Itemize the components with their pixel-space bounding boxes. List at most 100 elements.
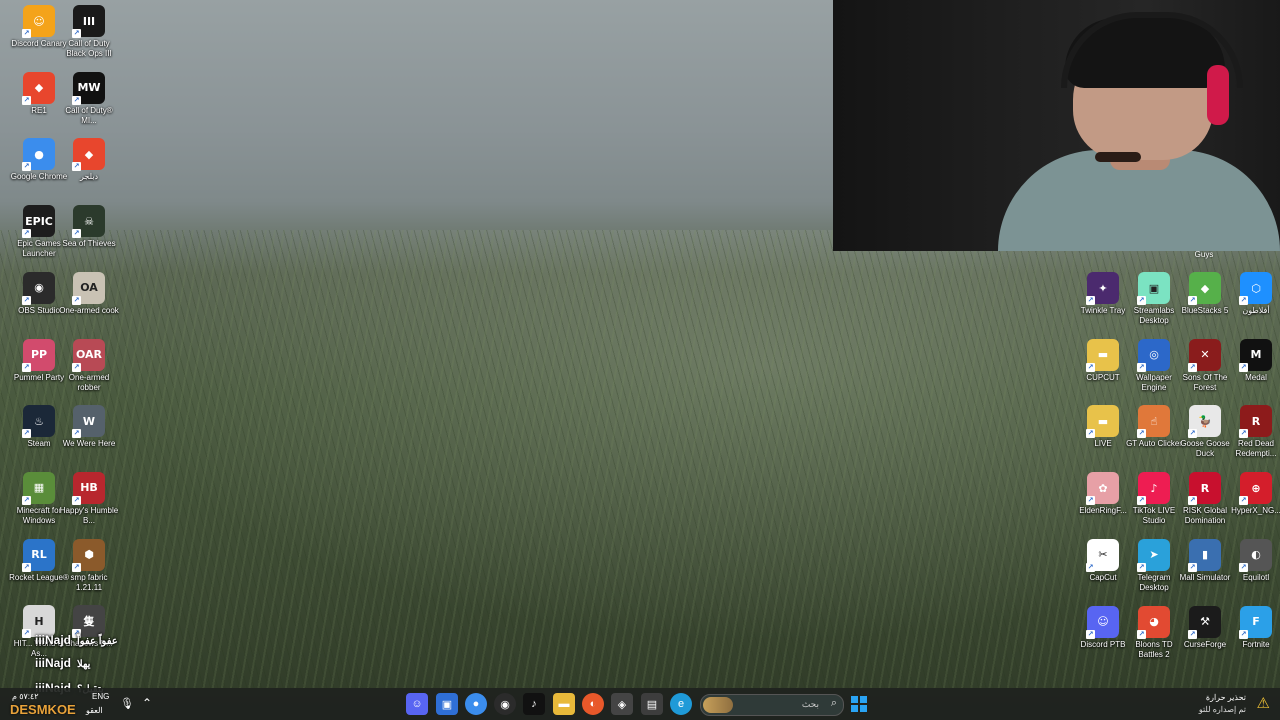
start-button[interactable] (851, 696, 867, 712)
chat-text: عفواً عفواً (77, 636, 118, 647)
taskbar-obs-icon[interactable]: ◉ (494, 693, 516, 715)
desktop-shortcut[interactable]: ☝ ↗ GT Auto Clicker (1126, 405, 1182, 449)
clock-time[interactable]: ٥٧:٤٢ م (12, 692, 39, 701)
shortcut-arrow-icon: ↗ (72, 429, 81, 439)
pummel-party-icon: PP ↗ (22, 338, 55, 372)
desktop-shortcut[interactable]: ▬ ↗ LIVE (1078, 405, 1128, 449)
desktop-shortcut[interactable]: ⚒ ↗ CurseForge (1180, 605, 1230, 650)
desktop-shortcut[interactable]: ✂ ↗ CapCut (1078, 538, 1128, 583)
taskbar-edge-icon[interactable]: e (670, 693, 692, 715)
windows-logo-tile (860, 705, 867, 712)
smp-fabric-icon: ⬢ ↗ (72, 538, 105, 572)
rocket-league-icon: RL ↗ (22, 538, 55, 572)
curseforge-icon: ⚒ ↗ (1188, 605, 1221, 639)
language-indicator[interactable]: ENG (92, 692, 109, 701)
taskbar-layers-icon[interactable]: ◈ (611, 693, 633, 715)
desktop-shortcut[interactable]: F ↗ Fortnite (1231, 605, 1280, 650)
shortcut-arrow-icon: ↗ (1086, 429, 1095, 439)
desktop-shortcut[interactable]: ✦ ↗ Twinkle Tray (1078, 272, 1128, 316)
one-armed-robber-icon: OAR ↗ (72, 338, 105, 372)
minecraft-icon: ▦ ↗ (22, 471, 55, 505)
desktop-shortcut-label: Happy's Humble B... (59, 505, 119, 525)
taskbar: DESMKOE ٥٧:٤٢ م العقو ENG 🎙 ⌃ ☺ ▣ ● ◉ ♪ … (0, 688, 1280, 720)
desktop-shortcut[interactable]: 🦆 ↗ Goose Goose Duck (1180, 405, 1230, 459)
desktop-shortcut[interactable]: ☺ ↗ Discord Canary (11, 5, 67, 49)
warning-icon[interactable]: ⚠ (1257, 694, 1270, 712)
notification-subtitle[interactable]: تم إصداره للتو (1199, 705, 1246, 714)
desktop-shortcut-label: دبلجر (79, 172, 98, 182)
shortcut-arrow-icon: ↗ (22, 229, 31, 239)
desktop-shortcut[interactable]: EPIC ↗ Epic Games Launcher (14, 205, 64, 259)
notification-title[interactable]: تحذير حرارة (1206, 693, 1246, 702)
folder-icon: ▬ ↗ (1086, 338, 1119, 372)
microphone-icon[interactable]: 🎙 (120, 697, 134, 710)
taskbar-store-bag-icon[interactable]: ▤ (641, 693, 663, 715)
taskbar-app-icon[interactable]: ◐ (582, 693, 604, 715)
shortcut-arrow-icon: ↗ (1188, 429, 1197, 439)
desktop-shortcut[interactable]: ▦ ↗ Minecraft for Windows (14, 471, 64, 526)
desktop-shortcut[interactable]: ◆ ↗ RE1 (14, 71, 64, 116)
taskbar-store-icon[interactable]: ▣ (436, 693, 458, 715)
desktop-shortcut-label: One-armed robber (68, 372, 110, 392)
desktop-shortcut[interactable]: ✿ ↗ EldenRingF... (1078, 472, 1128, 516)
clock-date[interactable]: العقو (86, 706, 103, 715)
desktop-shortcut[interactable]: ▮ ↗ Mall Simulator (1180, 538, 1230, 583)
shortcut-arrow-icon: ↗ (1239, 496, 1248, 506)
shortcut-arrow-icon: ↗ (72, 295, 81, 305)
desktop-shortcut[interactable]: ◎ ↗ Wallpaper Engine (1129, 338, 1179, 393)
taskbar-discord-icon[interactable]: ☺ (406, 693, 428, 715)
partial-icon-label: Guys (1194, 250, 1214, 259)
desktop-shortcut[interactable]: MW ↗ Call of Duty® MI... (64, 71, 114, 126)
desktop-shortcut[interactable]: R ↗ RISK Global Domination (1180, 472, 1230, 526)
desktop-shortcut[interactable]: RL ↗ Rocket League® (9, 538, 69, 583)
shortcut-arrow-icon: ↗ (1239, 562, 1248, 572)
desktop-shortcut[interactable]: ➤ ↗ Telegram Desktop (1129, 538, 1179, 593)
desktop-shortcut[interactable]: ◉ ↗ OBS Studio (14, 271, 64, 316)
desktop-shortcut[interactable]: ▣ ↗ Streamlabs Desktop (1129, 272, 1179, 326)
desktop-shortcut[interactable]: ♪ ↗ TikTok LIVE Studio (1129, 472, 1179, 526)
chevron-up-icon[interactable]: ⌃ (142, 696, 152, 710)
desktop-shortcut-label: Red Dead Redempti... (1235, 439, 1277, 459)
desktop-shortcut[interactable]: OA ↗ One-armed cook (59, 271, 119, 316)
capcut-icon: ✂ ↗ (1086, 538, 1119, 572)
desktop-shortcut[interactable]: R ↗ Red Dead Redempti... (1231, 405, 1280, 459)
desktop-shortcut[interactable]: ⊕ ↗ HyperX_NG... (1231, 472, 1280, 516)
shortcut-arrow-icon: ↗ (1137, 296, 1146, 305)
desktop-shortcut[interactable]: M ↗ Medal (1231, 338, 1280, 383)
elden-ring-icon: ✿ ↗ (1086, 472, 1119, 506)
desktop-shortcut[interactable]: W ↗ We Were Here (63, 405, 115, 449)
desktop-shortcut[interactable]: ⬢ ↗ smp fabric 1.21.11 (64, 538, 114, 593)
humble-icon: HB ↗ (72, 471, 105, 505)
shortcut-arrow-icon: ↗ (22, 495, 31, 505)
shortcut-arrow-icon: ↗ (1086, 496, 1095, 506)
desktop-shortcut[interactable]: ⬡ ↗ أفلاطون (1231, 272, 1280, 316)
shortcut-arrow-icon: ↗ (1188, 562, 1197, 572)
shortcut-arrow-icon: ↗ (72, 29, 81, 38)
desktop-shortcut-label: Call of Duty® MI... (65, 105, 113, 125)
taskbar-file-explorer-icon[interactable]: ▬ (553, 693, 575, 715)
desktop-shortcut-label: Fortnite (1242, 639, 1270, 649)
desktop-shortcut[interactable]: ♨ ↗ Steam (14, 405, 64, 449)
desktop-shortcut[interactable]: ◕ ↗ Bloons TD Battles 2 (1129, 605, 1179, 660)
shortcut-arrow-icon: ↗ (72, 562, 81, 572)
epic-games-icon: EPIC ↗ (22, 205, 55, 239)
desktop-shortcut[interactable]: ☺ ↗ Discord PTB (1078, 605, 1128, 650)
desktop-shortcut[interactable]: OAR ↗ One-armed robber (64, 338, 114, 393)
desktop-shortcut[interactable]: ◆ ↗ BlueStacks 5 (1180, 272, 1230, 316)
desktop-shortcut[interactable]: PP ↗ Pummel Party (14, 338, 64, 383)
desktop-shortcut[interactable]: ◆ ↗ دبلجر (64, 138, 114, 182)
fortnite-icon: F ↗ (1239, 605, 1272, 639)
modern-warfare-icon: MW ↗ (72, 71, 105, 105)
taskbar-chrome-icon[interactable]: ● (465, 693, 487, 715)
desktop-shortcut[interactable]: III ↗ Call of Duty Black Ops III (64, 5, 114, 59)
desktop-shortcut[interactable]: ▬ ↗ CUPCUT (1078, 338, 1128, 383)
desktop-shortcut[interactable]: HB ↗ Happy's Humble B... (60, 471, 118, 526)
shortcut-arrow-icon: ↗ (22, 295, 31, 305)
desktop-shortcut[interactable]: ◐ ↗ Equilotl (1231, 538, 1280, 583)
taskbar-tiktok-icon[interactable]: ♪ (523, 693, 545, 715)
desktop-shortcut[interactable]: ✕ ↗ Sons Of The Forest (1180, 338, 1230, 393)
search-box[interactable]: بحث ⌕ (700, 694, 844, 716)
desktop-shortcut[interactable]: ☠ ↗ Sea of Thieves (62, 205, 116, 249)
shortcut-arrow-icon: ↗ (1239, 429, 1248, 439)
desktop-shortcut[interactable]: ● ↗ Google Chrome (11, 138, 67, 182)
